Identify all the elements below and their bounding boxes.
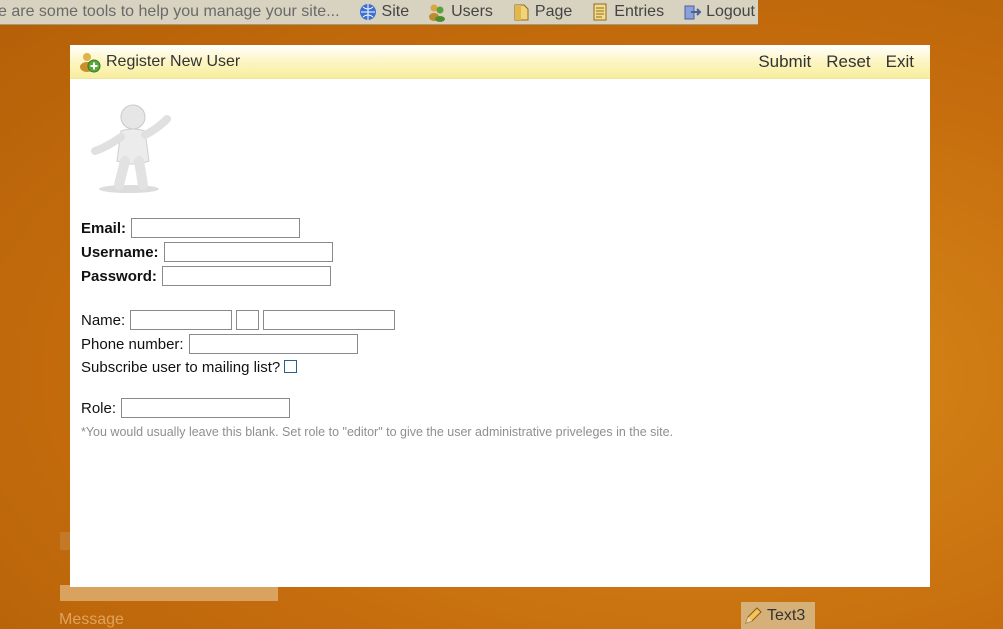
add-user-icon <box>80 52 101 72</box>
admin-toolbar: e are some tools to help you manage your… <box>0 0 758 25</box>
name-row: Name: <box>81 310 396 330</box>
users-icon <box>429 4 446 22</box>
bg-text3-tab[interactable]: Text3 <box>741 602 815 629</box>
email-row: Email: <box>81 218 301 238</box>
role-hint: *You would usually leave this blank. Set… <box>81 425 674 439</box>
middle-initial-field[interactable] <box>236 310 260 330</box>
password-row: Password: <box>81 266 331 286</box>
subscribe-row: Subscribe user to mailing list? <box>81 359 298 376</box>
logout-icon <box>684 5 702 20</box>
bg-text3-label: Text3 <box>767 606 806 624</box>
bg-input-email <box>60 585 278 601</box>
admin-link-page-label: Page <box>534 3 573 20</box>
subscribe-label: Subscribe user to mailing list? <box>81 359 281 376</box>
admin-link-site-label: Site <box>381 3 410 20</box>
name-label: Name: <box>81 311 126 329</box>
password-label: Password: <box>81 267 157 285</box>
role-row: Role: <box>81 398 291 418</box>
admin-link-entries-label: Entries <box>614 3 665 20</box>
admin-link-site[interactable]: Site <box>358 2 410 22</box>
exit-button[interactable]: Exit <box>886 52 914 72</box>
reset-button[interactable]: Reset <box>826 52 870 72</box>
entries-icon <box>593 3 607 21</box>
admin-link-users[interactable]: Users <box>427 2 493 22</box>
admin-link-entries[interactable]: Entries <box>590 2 664 22</box>
admin-message: e are some tools to help you manage your… <box>0 3 340 20</box>
role-label: Role: <box>81 399 117 417</box>
email-field[interactable] <box>131 218 301 238</box>
username-label: Username: <box>81 243 159 261</box>
globe-icon <box>359 4 376 20</box>
phone-field[interactable] <box>188 334 358 354</box>
modal-header: Register New User Submit Reset Exit <box>70 45 930 79</box>
page-icon <box>514 4 529 21</box>
pencil-icon <box>745 606 762 624</box>
bg-sidebar-bar <box>60 532 70 550</box>
username-field[interactable] <box>163 242 333 262</box>
subscribe-checkbox[interactable] <box>284 359 298 373</box>
first-name-field[interactable] <box>130 310 233 330</box>
user-avatar <box>81 101 181 197</box>
register-user-modal: Register New User Submit Reset Exit Emai… <box>70 45 930 587</box>
admin-link-logout[interactable]: Logout <box>682 2 755 22</box>
password-field[interactable] <box>161 266 331 286</box>
admin-link-logout-label: Logout <box>706 3 755 20</box>
role-field[interactable] <box>121 398 291 418</box>
bg-message-label: Message <box>59 611 124 628</box>
last-name-field[interactable] <box>263 310 396 330</box>
admin-link-users-label: Users <box>451 3 493 20</box>
email-label: Email: <box>81 219 127 237</box>
modal-title: Register New User <box>106 52 241 70</box>
phone-label: Phone number: <box>81 335 184 353</box>
modal-actions: Submit Reset Exit <box>743 52 914 72</box>
username-row: Username: <box>81 242 333 262</box>
phone-row: Phone number: <box>81 334 358 354</box>
admin-link-page[interactable]: Page <box>511 2 572 22</box>
submit-button[interactable]: Submit <box>758 52 811 72</box>
